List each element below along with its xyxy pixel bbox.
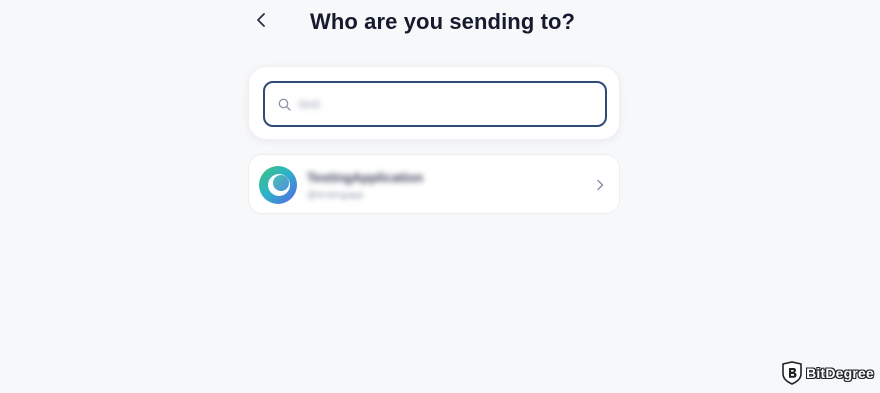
watermark-text: BitDegree [806,365,874,381]
page-title: Who are you sending to? [310,9,576,34]
search-input[interactable]: test [263,81,607,127]
watermark: BitDegree [781,361,874,385]
avatar-moon [273,175,289,191]
chevron-right-icon [595,177,605,193]
header: Who are you sending to? [248,6,620,40]
search-card: test [248,66,620,140]
back-button[interactable] [250,10,272,34]
search-input-value: test [299,97,321,111]
recipient-handle: @testingapp [307,190,364,201]
recipient-name: TestingApplication [307,170,424,185]
bitdegree-logo [781,361,803,385]
recipient-list-item[interactable]: TestingApplication @testingapp [248,154,620,214]
search-icon [277,97,291,111]
avatar [259,166,297,204]
chevron-left-icon [256,12,266,33]
send-recipient-screen: Who are you sending to? test TestingAppl… [0,0,880,393]
